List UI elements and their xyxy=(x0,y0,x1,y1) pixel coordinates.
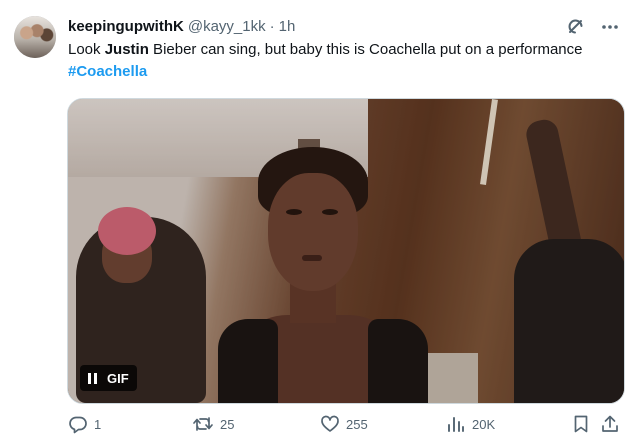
pause-icon[interactable] xyxy=(88,372,97,384)
gif-media[interactable]: GIF xyxy=(67,98,625,404)
avatar-image xyxy=(14,16,56,58)
share-icon xyxy=(602,415,618,432)
header-actions xyxy=(566,17,620,37)
user-handle[interactable]: @kayy_1kk xyxy=(188,18,266,35)
retweet-button[interactable]: 25 xyxy=(192,414,234,434)
retweet-count: 25 xyxy=(220,416,235,432)
reply-icon xyxy=(69,416,87,434)
more-icon[interactable] xyxy=(600,17,620,37)
retweet-icon xyxy=(193,417,213,431)
tweet-text: Look Justin Bieber can sing, but baby th… xyxy=(68,39,608,83)
tweet-text-bold: Justin xyxy=(104,41,149,58)
tweet-text-prefix: Look xyxy=(68,41,105,58)
media-shade xyxy=(68,99,624,403)
grok-icon[interactable] xyxy=(566,17,586,37)
gif-badge: GIF xyxy=(107,370,129,386)
action-bar: 1 25 255 20K xyxy=(68,414,620,440)
like-icon xyxy=(321,415,339,432)
timestamp[interactable]: 1h xyxy=(279,18,296,35)
reply-button[interactable]: 1 xyxy=(68,414,101,434)
bookmark-button[interactable] xyxy=(572,414,590,434)
tweet[interactable]: keepingupwithK @kayy_1kk · 1h Look Justi… xyxy=(0,0,634,443)
views-count: 20K xyxy=(472,416,496,432)
display-name[interactable]: keepingupwithK xyxy=(68,18,184,35)
views-icon xyxy=(448,417,464,432)
separator-dot: · xyxy=(269,17,275,35)
tweet-text-rest: Bieber can sing, but baby this is Coache… xyxy=(148,41,583,58)
share-button[interactable] xyxy=(600,414,620,434)
tweet-header: keepingupwithK @kayy_1kk · 1h xyxy=(68,15,295,37)
avatar[interactable] xyxy=(14,16,56,58)
views-button[interactable]: 20K xyxy=(446,414,495,434)
reply-count: 1 xyxy=(94,416,102,432)
gif-controls[interactable]: GIF xyxy=(80,365,137,391)
like-button[interactable]: 255 xyxy=(320,414,368,434)
bookmark-icon xyxy=(574,415,588,433)
hashtag-link[interactable]: #Coachella xyxy=(68,63,147,80)
like-count: 255 xyxy=(346,416,368,432)
